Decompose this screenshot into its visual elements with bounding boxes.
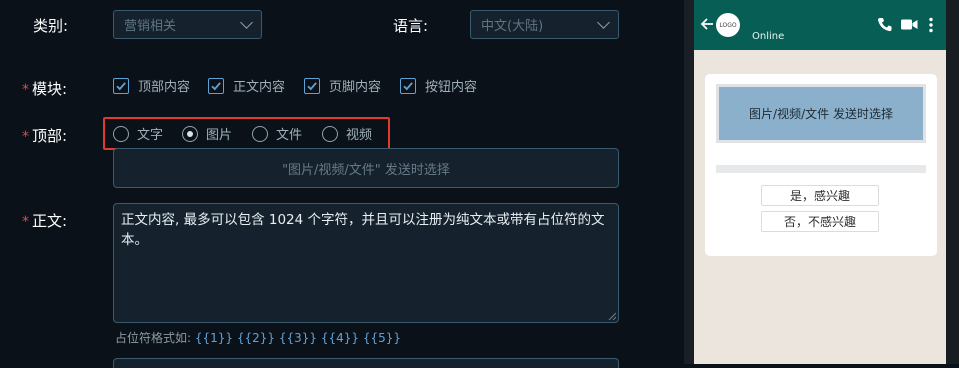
arrow-left-icon[interactable] [700,17,714,31]
category-select-value: 营销相关 [124,19,177,34]
template-form: 类别: 营销相关 语言: 中文(大陆) * 模块: 顶部内容 正文内容 页脚内容 … [0,0,684,368]
header-radio-video[interactable]: 视频 [322,124,372,143]
contact-avatar: LOGO [716,13,740,37]
module-checkbox-label: 顶部内容 [138,80,191,95]
media-placeholder-text: 图片/视频/文件 发送时选择 [749,107,893,121]
whatsapp-preview: LOGO Online 图片/视频/文件 发送时选择 是，感兴趣 否，不感兴趣 [694,0,946,364]
logo-text: LOGO [719,21,737,29]
header-label-text: 顶部: [32,127,68,145]
module-checkbox-footer[interactable]: 页脚内容 [304,76,381,95]
media-placeholder: 图片/视频/文件 发送时选择 [719,87,923,140]
header-label: * 顶部: [22,125,67,146]
language-label: 语言: [393,17,429,35]
checkbox-checked-icon[interactable] [304,77,320,94]
header-radio-label: 视频 [346,128,373,143]
video-icon[interactable] [901,18,918,31]
checkbox-checked-icon[interactable] [113,77,129,94]
placeholder-hint-vars: {{1}} {{2}} {{3}} {{4}} {{5}} [194,331,402,345]
language-select[interactable]: 中文(大陆) [470,10,619,39]
header-radio-image[interactable]: 图片 [182,124,232,143]
required-mark: * [22,129,29,145]
required-mark: * [22,214,29,230]
module-label: * 模块: [22,78,67,99]
header-radio-label: 文字 [137,128,164,143]
header-radio-text[interactable]: 文字 [113,124,163,143]
language-select-value: 中文(大陆) [481,19,544,34]
module-checkbox-header[interactable]: 顶部内容 [113,76,190,95]
body-text-bar [716,165,926,173]
body-textarea[interactable]: 正文内容, 最多可以包含 1024 个字符，并且可以注册为纯文本或带有占位符的文… [113,203,619,323]
radio-selected-icon[interactable] [182,125,198,142]
message-bubble: 图片/视频/文件 发送时选择 是，感兴趣 否，不感兴趣 [705,74,937,256]
chevron-down-icon [597,16,610,29]
category-select[interactable]: 营销相关 [113,10,262,39]
radio-unselected-icon[interactable] [252,125,268,142]
header-media-placeholder: "图片/视频/文件" 发送时选择 [282,162,450,178]
module-checkbox-buttons[interactable]: 按钮内容 [400,76,477,95]
header-radio-label: 文件 [276,128,303,143]
checkbox-checked-icon[interactable] [208,77,224,94]
module-checkbox-label: 按钮内容 [425,80,478,95]
reply-button-no[interactable]: 否，不感兴趣 [761,211,879,232]
placeholder-hint-label: 占位符格式如: [115,331,192,345]
category-label: 类别: [33,17,69,35]
module-checkbox-body[interactable]: 正文内容 [208,76,285,95]
radio-unselected-icon[interactable] [113,125,129,142]
scrollbar[interactable] [946,0,959,364]
footer-input[interactable] [113,358,619,368]
chat-header: LOGO Online [694,0,946,50]
reply-button-yes[interactable]: 是，感兴趣 [761,185,879,206]
module-label-text: 模块: [32,80,68,98]
reply-button-label: 否，不感兴趣 [783,215,856,229]
contact-status: Online [752,31,785,42]
header-media-input[interactable]: "图片/视频/文件" 发送时选择 [113,148,619,188]
module-checkbox-label: 正文内容 [233,80,286,95]
placeholder-hint: 占位符格式如: {{1}} {{2}} {{3}} {{4}} {{5}} [115,329,401,346]
required-mark: * [22,82,29,98]
header-radio-label: 图片 [206,128,233,143]
resize-handle-icon[interactable] [608,312,616,320]
body-label: * 正文: [22,210,67,231]
phone-icon[interactable] [877,17,892,32]
module-checkbox-label: 页脚内容 [329,80,382,95]
checkbox-checked-icon[interactable] [400,77,416,94]
chevron-down-icon [240,16,253,29]
radio-unselected-icon[interactable] [322,125,338,142]
header-radio-file[interactable]: 文件 [252,124,302,143]
reply-button-label: 是，感兴趣 [789,189,850,203]
body-label-text: 正文: [32,212,68,230]
more-vert-icon[interactable] [928,17,934,33]
body-textarea-value: 正文内容, 最多可以包含 1024 个字符，并且可以注册为纯文本或带有占位符的文… [121,212,605,248]
